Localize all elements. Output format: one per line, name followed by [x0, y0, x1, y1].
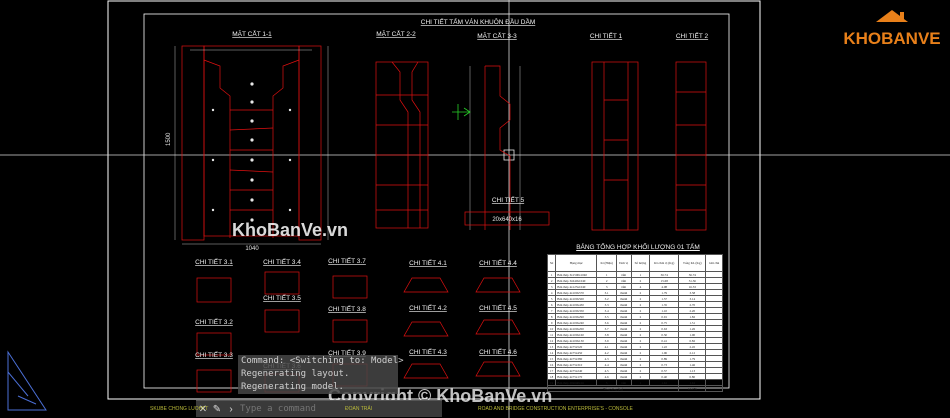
section-1-1-view	[174, 45, 329, 245]
command-history-line: Regenerating layout.	[238, 368, 398, 381]
table-header-cell: KL/đơn vị (Kg)	[649, 254, 680, 272]
small-detail-label: CHI TIẾT 3.2	[195, 316, 233, 326]
cad-drawing-canvas[interactable]: CHI TIẾT TẤM VÁN KHUÔN ĐẦU DẦM MẶT CẮT 1…	[0, 0, 950, 418]
small-detail-label: CHI TIẾT 4.3	[409, 346, 447, 356]
command-history-line: Command: <Switching to: Model>	[238, 355, 404, 368]
ucs-icon	[7, 350, 47, 411]
table-header-cell: Đơn vị	[615, 254, 632, 272]
small-detail-label: CHI TIẾT 4.4	[479, 257, 517, 267]
table-total-note	[705, 385, 723, 392]
small-detail-label: CHI TIẾT 3.5	[263, 292, 301, 302]
detail-1-label: CHI TIẾT 1	[590, 30, 623, 40]
command-prompt-icon: ›	[229, 403, 233, 415]
table-header-cell: Kt (Hiệu)	[596, 254, 617, 272]
ucs-green-arrow-icon	[452, 104, 471, 120]
small-detail-label: CHI TIẾT 4.6	[479, 346, 517, 356]
table-header-row: Stt Hạng mục Kt (Hiệu) Đơn vị Số lượng KL/đơn…	[546, 254, 723, 272]
small-detail-label: CHI TIẾT 3.7	[328, 255, 366, 265]
small-detail-label: CHI TIẾT 3.1	[195, 256, 233, 266]
status-road: ROAD AND BRIDGE CONSTRUCTION ENTERPRISE'…	[478, 406, 633, 412]
table-title: BẢNG TỔNG HỢP KHỐI LƯỢNG 01 TẤM	[576, 244, 700, 251]
table-body: 1 Bản thép 3x1500x1040 1 tấm 1 36.74 36.74 2 Bản…	[546, 271, 723, 392]
detail-1-view	[591, 61, 639, 231]
status-left: SKUBE CHONG LUOHTT	[150, 406, 209, 412]
dim-detail5-label: 20x640x16	[492, 217, 522, 223]
section-3-3-label: MẶT CẮT 3-3	[477, 31, 517, 40]
watermark-center: KhoBanVe.vn	[232, 220, 349, 240]
wrench-icon[interactable]: ✎	[210, 402, 224, 416]
section-1-1-bolts	[211, 82, 292, 222]
table-header-cell: Stt	[546, 254, 557, 272]
table-header-cell: Ghi chú	[705, 254, 723, 272]
small-detail-label: CHI TIẾT 3.4	[263, 256, 301, 266]
command-history: Command: <Switching to: Model> Regenerat…	[238, 355, 404, 394]
table-total-label: Tổng cộng (kg)	[546, 385, 680, 392]
small-detail-label: CHI TIẾT 4.1	[409, 257, 447, 267]
detail-2-view	[675, 61, 707, 231]
detail-5-label: CHI TIẾT 5	[492, 194, 525, 204]
dim-width-label: 1040	[245, 246, 259, 252]
table-header-cell: Hạng mục	[555, 254, 598, 272]
section-2-2-view	[375, 61, 429, 229]
small-detail-labels: CHI TIẾT 3.1 CHI TIẾT 3.2 CHI TIẾT 3.3 CHI …	[195, 255, 517, 370]
logo-text: KHOBANVE	[843, 29, 940, 48]
command-bar: ✕ ✎ ›	[196, 400, 442, 417]
detail-2-label: CHI TIẾT 2	[676, 30, 709, 40]
table-total-value: 104.79	[678, 385, 707, 392]
table-total-row: Tổng cộng (kg) 104.79	[546, 385, 723, 392]
section-2-2-label: MẶT CẮT 2-2	[376, 29, 416, 38]
small-detail-label: CHI TIẾT 3.8	[328, 303, 366, 313]
section-3-3-view	[469, 65, 521, 230]
table-header-cell: Tổng KL (Kg)	[678, 254, 707, 272]
drawing-title: CHI TIẾT TẤM VÁN KHUÔN ĐẦU DẦM	[421, 16, 536, 26]
section-1-1-label: MẶT CẮT 1-1	[232, 29, 272, 38]
small-detail-label: CHI TIẾT 3.3	[195, 349, 233, 359]
khobanve-logo: KHOBANVE	[840, 6, 944, 52]
small-detail-label: CHI TIẾT 4.2	[409, 302, 447, 312]
dim-height-label: 1500	[166, 132, 172, 146]
table-header-cell: Số lượng	[630, 254, 651, 272]
command-input[interactable]	[238, 403, 422, 415]
small-detail-label: CHI TIẾT 4.5	[479, 302, 517, 312]
quantity-table: Stt Hạng mục Kt (Hiệu) Đơn vị Số lượng KL/đơn…	[546, 254, 723, 392]
command-history-line: Regenerating model.	[238, 381, 398, 394]
status-model: ĐOAN TRẢI	[345, 406, 373, 412]
